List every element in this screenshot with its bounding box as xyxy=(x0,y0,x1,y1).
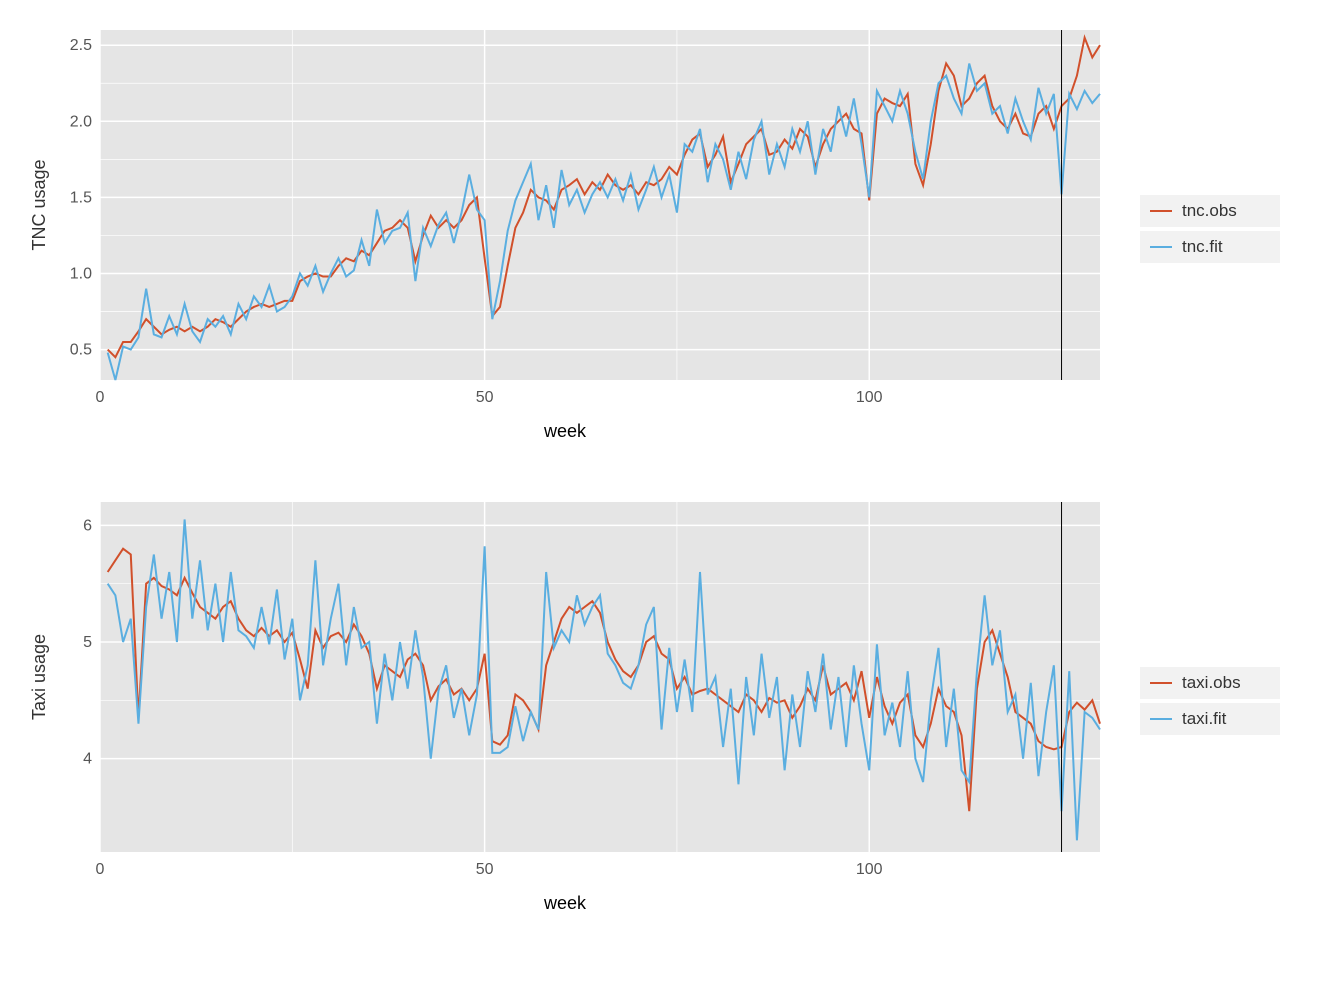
legend-label-taxi-fit: taxi.fit xyxy=(1182,709,1226,729)
tnc-legend: tnc.obs tnc.fit xyxy=(1140,195,1280,267)
svg-text:1.0: 1.0 xyxy=(70,265,92,282)
tnc-plot-area: 0.5 1.0 1.5 2.0 2.5 0 50 100 TNC usage week xyxy=(20,20,1110,442)
svg-text:0: 0 xyxy=(96,389,105,406)
taxi-legend: taxi.obs taxi.fit xyxy=(1140,667,1280,739)
tnc-xlabel: week xyxy=(20,421,1110,442)
legend-item-taxi-obs: taxi.obs xyxy=(1140,667,1280,699)
legend-item-taxi-fit: taxi.fit xyxy=(1140,703,1280,735)
svg-text:2.5: 2.5 xyxy=(70,37,92,54)
svg-text:Taxi usage: Taxi usage xyxy=(29,634,49,720)
svg-text:0.5: 0.5 xyxy=(70,342,92,359)
svg-text:100: 100 xyxy=(856,861,883,878)
taxi-chart-svg: 4 5 6 0 50 100 Taxi usage xyxy=(20,492,1110,882)
legend-label-taxi-obs: taxi.obs xyxy=(1182,673,1241,693)
legend-swatch-obs xyxy=(1150,210,1172,213)
svg-text:0: 0 xyxy=(96,861,105,878)
svg-text:5: 5 xyxy=(83,634,92,651)
taxi-xlabel: week xyxy=(20,893,1110,914)
legend-swatch-obs xyxy=(1150,682,1172,685)
legend-label-tnc-fit: tnc.fit xyxy=(1182,237,1223,257)
tnc-chart-svg: 0.5 1.0 1.5 2.0 2.5 0 50 100 TNC usage xyxy=(20,20,1110,410)
legend-item-tnc-fit: tnc.fit xyxy=(1140,231,1280,263)
legend-swatch-fit xyxy=(1150,246,1172,249)
svg-text:2.0: 2.0 xyxy=(70,113,92,130)
svg-text:100: 100 xyxy=(856,389,883,406)
svg-text:50: 50 xyxy=(476,861,494,878)
taxi-chart-container: 4 5 6 0 50 100 Taxi usage week taxi.obs taxi.f… xyxy=(20,492,1324,914)
svg-text:4: 4 xyxy=(83,751,92,768)
svg-text:1.5: 1.5 xyxy=(70,189,92,206)
svg-text:6: 6 xyxy=(83,517,92,534)
taxi-plot-area: 4 5 6 0 50 100 Taxi usage week xyxy=(20,492,1110,914)
svg-text:50: 50 xyxy=(476,389,494,406)
legend-label-tnc-obs: tnc.obs xyxy=(1182,201,1237,221)
tnc-chart-container: 0.5 1.0 1.5 2.0 2.5 0 50 100 TNC usage week tnc.… xyxy=(20,20,1324,442)
svg-text:TNC usage: TNC usage xyxy=(29,159,49,250)
legend-item-tnc-obs: tnc.obs xyxy=(1140,195,1280,227)
legend-swatch-fit xyxy=(1150,718,1172,721)
